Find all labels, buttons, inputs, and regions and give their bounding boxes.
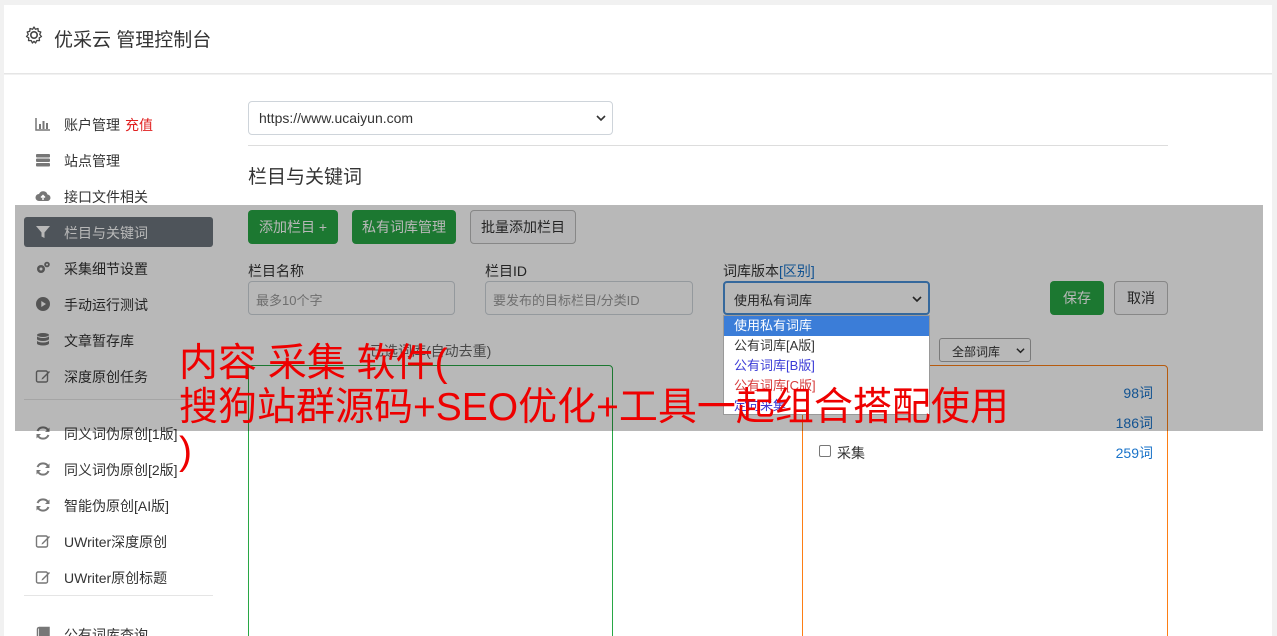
library-count: 186词 (1115, 415, 1153, 431)
filter-icon (36, 226, 50, 238)
sidebar-item-collect-settings[interactable]: 采集细节设置 (24, 253, 213, 283)
refresh-icon (36, 462, 50, 476)
watermark-text: 内容 采集 软件( 搜狗站群源码+SEO优化+工具一起组合搭配使用 ) (179, 342, 1119, 474)
refresh-icon (36, 426, 50, 440)
save-button[interactable]: 保存 (1050, 281, 1104, 315)
sidebar-item-label: 文章暂存库 (64, 333, 134, 349)
sidebar-item-label: UWriter原创标题 (64, 570, 168, 586)
cancel-button[interactable]: 取消 (1114, 281, 1168, 315)
server-icon (36, 154, 50, 167)
sidebar-item-label: 公有词库查询 (64, 627, 148, 636)
sidebar-item-label: 栏目与关键词 (64, 225, 148, 241)
site-select[interactable]: https://www.ucaiyun.com (248, 101, 613, 135)
cloud-upload-icon (35, 191, 51, 202)
play-circle-icon (36, 297, 50, 311)
divider (248, 145, 1168, 146)
version-select-value: 使用私有词库 (734, 293, 813, 308)
library-version-select[interactable]: 使用私有词库 (723, 281, 930, 315)
top-header: 优采云 管理控制台 (4, 5, 1272, 74)
database-icon (37, 333, 49, 346)
version-label: 词库版本[区别] (723, 261, 815, 281)
difference-link[interactable]: [区别] (779, 263, 815, 279)
sidebar-item-uwriter-title[interactable]: UWriter原创标题 (24, 562, 213, 592)
site-select-value: https://www.ucaiyun.com (259, 110, 414, 126)
gear-icon (25, 26, 43, 44)
watermark-line: 内容 采集 软件( (179, 342, 448, 385)
sidebar-item-uwriter-deep[interactable]: UWriter深度原创 (24, 526, 213, 556)
sidebar-item-sites[interactable]: 站点管理 (24, 145, 213, 175)
column-name-input[interactable]: 最多10个字 (248, 281, 455, 315)
sidebar-item-label: 智能伪原创[AI版] (64, 498, 170, 514)
batch-add-button[interactable]: 批量添加栏目 (470, 210, 576, 244)
section-title: 栏目与关键词 (248, 167, 363, 188)
column-id-input[interactable]: 要发布的目标栏目/分类ID (485, 281, 693, 315)
column-name-label: 栏目名称 (248, 263, 304, 279)
sidebar-item-ai-pseudo-original[interactable]: 智能伪原创[AI版] (24, 490, 213, 520)
recharge-link[interactable]: 充值 (125, 117, 153, 133)
column-id-label: 栏目ID (485, 263, 527, 279)
edit-icon (35, 370, 50, 383)
bar-chart-icon (35, 118, 50, 131)
watermark-line: 搜狗站群源码+SEO优化+工具一起组合搭配使用 (179, 386, 1009, 429)
sidebar-item-label: 深度原创任务 (64, 369, 148, 385)
sidebar-item-label: UWriter深度原创 (64, 534, 168, 550)
sidebar-item-label: 同义词伪原创[2版] (64, 462, 178, 478)
private-library-button[interactable]: 私有词库管理 (352, 210, 456, 244)
sidebar-item-public-library-query[interactable]: 公有词库查询 (24, 619, 213, 636)
sidebar-item-columns-keywords[interactable]: 栏目与关键词 (24, 217, 213, 247)
sidebar-item-account[interactable]: 账户管理 充值 (24, 109, 213, 139)
library-count: 259词 (1115, 445, 1153, 461)
version-option[interactable]: 使用私有词库 (724, 316, 929, 336)
gears-icon (37, 261, 50, 273)
edit-icon (35, 571, 50, 584)
add-column-button[interactable]: 添加栏目 + (248, 210, 338, 244)
library-count: 98词 (1123, 385, 1153, 401)
sidebar-item-label: 手动运行测试 (64, 297, 148, 313)
watermark-line: ) (179, 430, 192, 473)
sidebar-item-label: 接口文件相关 (64, 189, 148, 205)
version-label-text: 词库版本 (723, 263, 779, 279)
sidebar-divider (24, 595, 213, 596)
sidebar-item-label: 采集细节设置 (64, 261, 148, 277)
sidebar-item-manual-run[interactable]: 手动运行测试 (24, 289, 213, 319)
refresh-icon (36, 498, 50, 512)
chevron-down-icon (912, 296, 922, 303)
sidebar-item-label: 站点管理 (64, 153, 120, 169)
chevron-down-icon (596, 115, 606, 122)
edit-icon (35, 535, 50, 548)
sidebar-item-label: 同义词伪原创[1版] (64, 426, 178, 442)
sidebar-item-label: 账户管理 (64, 117, 120, 133)
app-title: 优采云 管理控制台 (54, 30, 212, 51)
book-icon (36, 626, 50, 636)
sidebar-item-interface-files[interactable]: 接口文件相关 (24, 181, 213, 211)
